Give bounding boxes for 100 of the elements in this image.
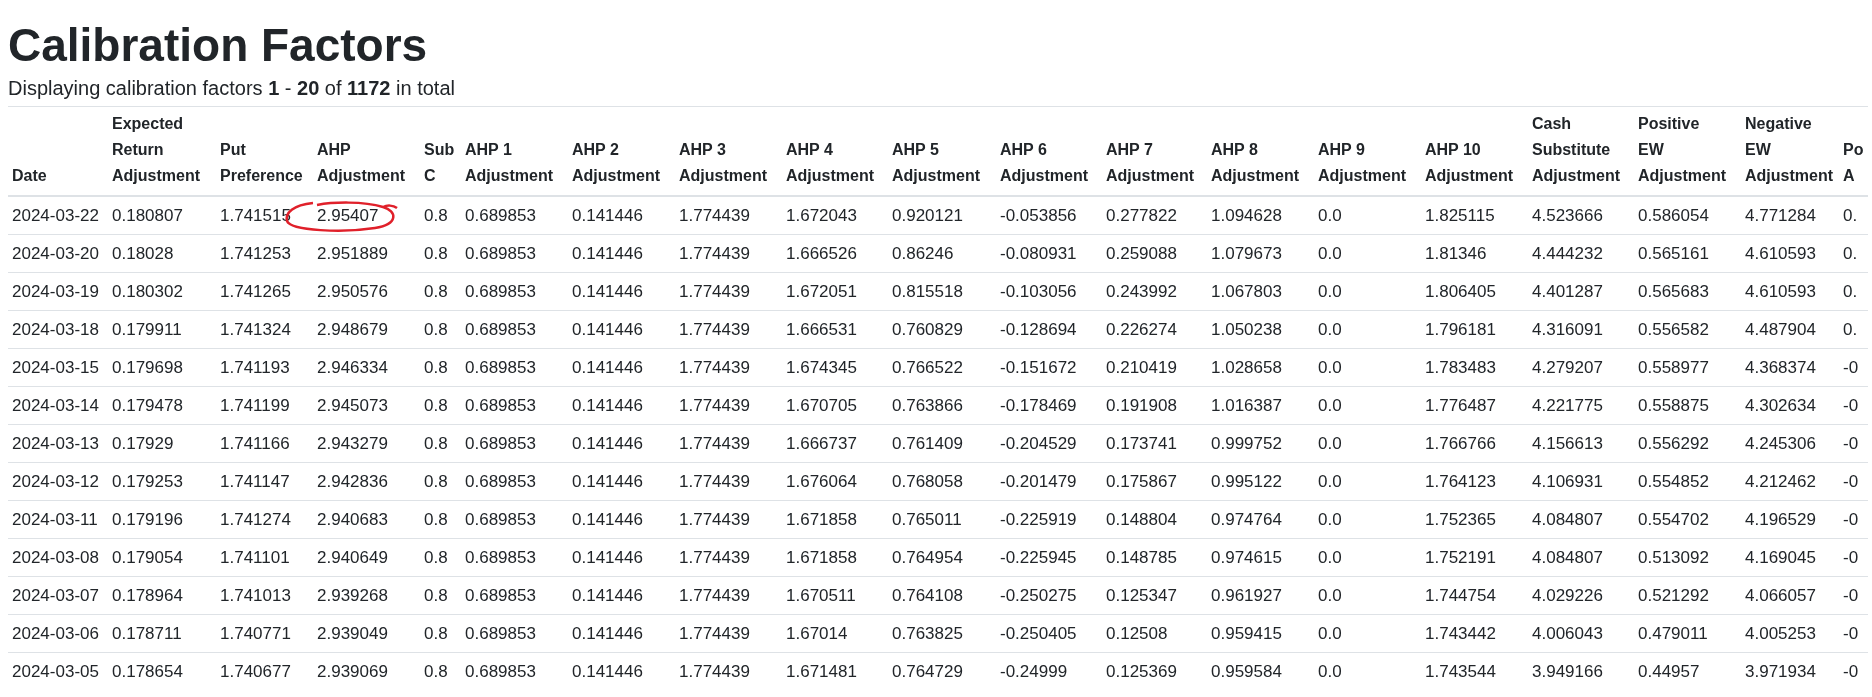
- table-cell: 0.180302: [112, 281, 183, 301]
- table-cell: 0.689853: [465, 243, 536, 263]
- table-cell: 4.196529: [1745, 509, 1816, 529]
- table-cell: 0.0: [1318, 357, 1342, 377]
- table-cell: 1.671858: [786, 509, 857, 529]
- column-header: AHP 7 Adjustment: [1106, 140, 1194, 187]
- table-cell: 0.17929: [112, 433, 174, 453]
- table-cell: -0: [1843, 623, 1859, 643]
- page-title: Calibration Factors: [8, 18, 428, 73]
- table-cell: 0.556292: [1638, 433, 1709, 453]
- table-cell: 2024-03-14: [12, 395, 99, 415]
- table-cell: 0.148785: [1106, 547, 1177, 567]
- table-cell: 1.81346: [1425, 243, 1487, 263]
- table-cell: 2024-03-18: [12, 319, 99, 339]
- table-cell: 0.277822: [1106, 205, 1177, 225]
- table-cell: 4.156613: [1532, 433, 1603, 453]
- table-cell: 1.774439: [679, 319, 750, 339]
- table-cell: 2.951889: [317, 243, 388, 263]
- table-cell: 0.586054: [1638, 205, 1709, 225]
- table-cell: 1.666531: [786, 319, 857, 339]
- table-cell: 1.676064: [786, 471, 857, 491]
- table-cell: 1.783483: [1425, 357, 1496, 377]
- table-cell: 2.942836: [317, 471, 388, 491]
- table-cell: 1.774439: [679, 243, 750, 263]
- table-cell: 0.141446: [572, 471, 643, 491]
- table-cell: 0.959415: [1211, 623, 1282, 643]
- table-cell: 1.666526: [786, 243, 857, 263]
- table-cell: 0.18028: [112, 243, 174, 263]
- table-cell: 4.610593: [1745, 281, 1816, 301]
- table-cell: -0.053856: [1000, 205, 1077, 225]
- table-cell: 0.0: [1318, 205, 1342, 225]
- table-cell: 1.670511: [786, 585, 856, 605]
- table-cell: 0.148804: [1106, 509, 1177, 529]
- column-header: Sub C: [424, 140, 456, 187]
- table-cell: 2024-03-05: [12, 661, 99, 681]
- table-cell: 0.689853: [465, 395, 536, 415]
- table-cell: -0.128694: [1000, 319, 1077, 339]
- table-cell: -0.080931: [1000, 243, 1077, 263]
- table-cell: 0.86246: [892, 243, 954, 263]
- table-cell: -0.204529: [1000, 433, 1077, 453]
- table-cell: 0.141446: [572, 547, 643, 567]
- table-cell: 2.939049: [317, 623, 388, 643]
- table-cell: 0.0: [1318, 509, 1342, 529]
- column-header: AHP 5 Adjustment: [892, 140, 980, 187]
- table-cell: 4.006043: [1532, 623, 1603, 643]
- table-cell: 0.479011: [1638, 623, 1708, 643]
- table-cell: 0.141446: [572, 395, 643, 415]
- table-cell: 0.125369: [1106, 661, 1177, 681]
- table-cell: 1.079673: [1211, 243, 1282, 263]
- table-cell: 0.8: [424, 319, 448, 339]
- table-cell: 1.670705: [786, 395, 857, 415]
- table-cell: 0.8: [424, 433, 448, 453]
- table-cell: 0.766522: [892, 357, 963, 377]
- table-cell: 0.556582: [1638, 319, 1709, 339]
- table-cell: 0.0: [1318, 585, 1342, 605]
- table-cell: 0.125347: [1106, 585, 1177, 605]
- table-cell: 0.0: [1318, 471, 1342, 491]
- table-cell: 4.368374: [1745, 357, 1816, 377]
- table-cell: 0.: [1843, 319, 1858, 339]
- table-cell: 0.765011: [892, 509, 962, 529]
- table-cell: 0.558977: [1638, 357, 1709, 377]
- table-cell: 0.761409: [892, 433, 963, 453]
- table-cell: -0: [1843, 509, 1859, 529]
- table-cell: 0.689853: [465, 661, 536, 681]
- table-cell: 1.671858: [786, 547, 857, 567]
- table-cell: 0.12508: [1106, 623, 1168, 643]
- table-cell: 2024-03-12: [12, 471, 99, 491]
- table-cell: 0.173741: [1106, 433, 1177, 453]
- table-cell: -0.178469: [1000, 395, 1077, 415]
- table-cell: 0.689853: [465, 547, 536, 567]
- column-header: Cash Substitute Adjustment: [1532, 114, 1620, 187]
- table-cell: 0.8: [424, 471, 448, 491]
- table-cell: 0.: [1843, 281, 1858, 301]
- table-cell: 0.554852: [1638, 471, 1709, 491]
- table-cell: 1.825115: [1425, 205, 1495, 225]
- table-cell: 0.513092: [1638, 547, 1709, 567]
- table-cell: 0.8: [424, 661, 448, 681]
- table-cell: 0.0: [1318, 281, 1342, 301]
- table-cell: 0.191908: [1106, 395, 1177, 415]
- table-cell: 0.179054: [112, 547, 183, 567]
- table-cell: 2024-03-19: [12, 281, 99, 301]
- table-cell: 0.141446: [572, 205, 643, 225]
- table-cell: 0.0: [1318, 319, 1342, 339]
- table-cell: 1.741274: [220, 509, 291, 529]
- table-cell: 1.774439: [679, 661, 750, 681]
- table-cell: 1.741013: [220, 585, 291, 605]
- table-cell: 0.8: [424, 357, 448, 377]
- table-cell: -0: [1843, 471, 1859, 491]
- table-cell: 1.764123: [1425, 471, 1496, 491]
- table-cell: 1.774439: [679, 205, 750, 225]
- table-cell: 4.084807: [1532, 509, 1603, 529]
- table-cell: 0.141446: [572, 433, 643, 453]
- table-cell: 0.554702: [1638, 509, 1709, 529]
- table-cell: 0.689853: [465, 471, 536, 491]
- table-cell: 0.8: [424, 243, 448, 263]
- table-cell: -0: [1843, 661, 1859, 681]
- table-cell: 0.763866: [892, 395, 963, 415]
- table-cell: 2.939069: [317, 661, 388, 681]
- table-cell: 0.0: [1318, 661, 1342, 681]
- table-cell: 0.764108: [892, 585, 963, 605]
